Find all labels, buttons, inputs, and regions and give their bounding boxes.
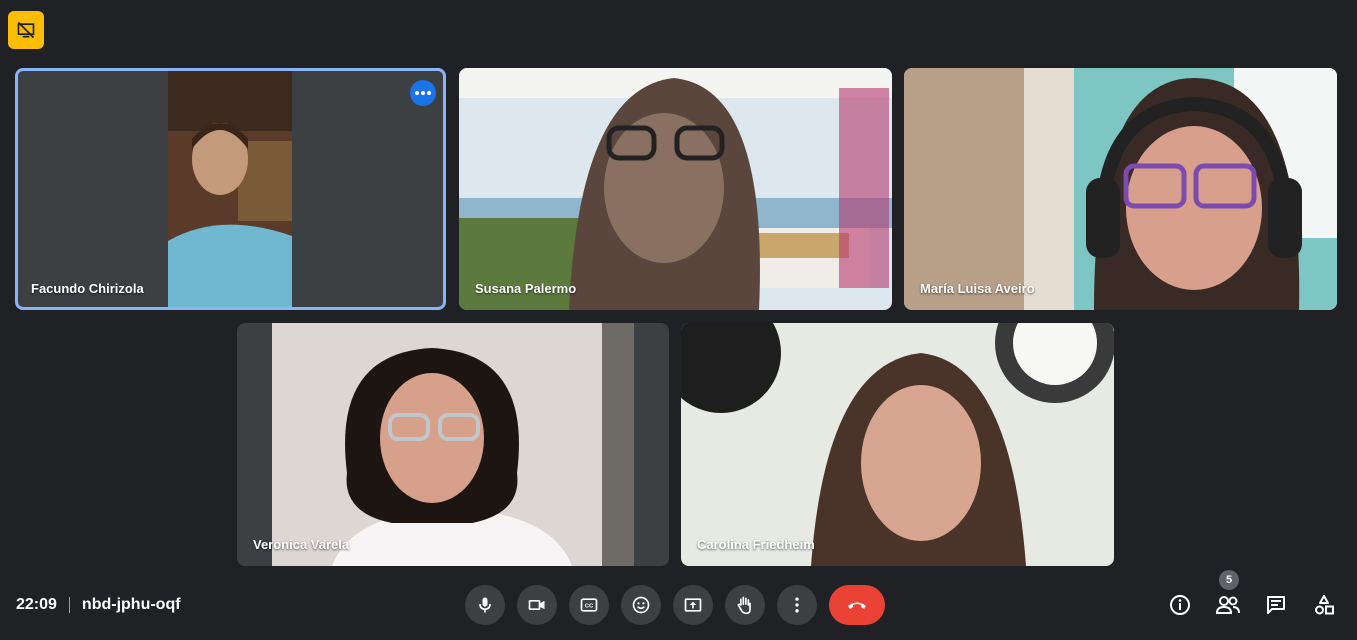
participant-name: Facundo Chirizola — [31, 281, 144, 296]
svg-text:CC: CC — [585, 604, 594, 610]
participant-video — [904, 68, 1337, 310]
participant-video — [459, 68, 892, 310]
clock-time: 22:09 — [16, 596, 57, 613]
more-vert-icon — [795, 597, 799, 613]
raise-hand-button[interactable] — [725, 585, 765, 625]
people-icon — [1215, 596, 1240, 614]
call-controls: CC — [465, 585, 885, 625]
participant-tile-veronica[interactable]: Veronica Varela — [237, 323, 669, 566]
chat-button[interactable] — [1263, 592, 1289, 618]
meeting-details: 22:09 nbd-jphu-oqf — [16, 596, 181, 614]
meeting-code: nbd-jphu-oqf — [81, 596, 181, 613]
participant-name: Carolina Friedheim — [697, 537, 815, 552]
people-button[interactable]: 5 — [1215, 570, 1241, 618]
present-screen-icon — [684, 598, 702, 612]
end-call-icon — [848, 602, 866, 609]
participant-tile-facundo[interactable]: Facundo Chirizola — [15, 68, 446, 310]
more-options-button[interactable] — [410, 80, 436, 106]
participant-video — [272, 323, 634, 566]
captions-button[interactable]: CC — [569, 585, 609, 625]
emoji-button[interactable] — [621, 585, 661, 625]
side-panel-controls: 5 — [1167, 570, 1337, 618]
participant-tile-maria-luisa[interactable]: María Luisa Aveiro — [904, 68, 1337, 310]
people-count-badge: 5 — [1219, 570, 1239, 590]
mic-button[interactable] — [465, 585, 505, 625]
divider — [68, 597, 70, 613]
camera-icon — [528, 600, 545, 610]
raise-hand-icon — [737, 596, 751, 615]
camera-button[interactable] — [517, 585, 557, 625]
more-options-button[interactable] — [777, 585, 817, 625]
present-screen-button[interactable] — [673, 585, 713, 625]
captions-icon: CC — [580, 598, 598, 612]
participant-tile-carolina[interactable]: Carolina Friedheim — [681, 323, 1114, 566]
chat-icon — [1267, 596, 1285, 614]
participant-name: Veronica Varela — [253, 537, 350, 552]
mic-icon — [479, 597, 491, 613]
end-call-button[interactable] — [829, 585, 885, 625]
activities-icon — [1315, 595, 1334, 615]
participant-video — [168, 71, 292, 307]
presentation-off-badge[interactable] — [8, 11, 44, 49]
activities-button[interactable] — [1311, 592, 1337, 618]
participant-tile-susana[interactable]: Susana Palermo — [459, 68, 892, 310]
participant-name: María Luisa Aveiro — [920, 281, 1035, 296]
participant-name: Susana Palermo — [475, 281, 577, 296]
presentation-off-icon — [17, 21, 35, 39]
info-icon — [1170, 595, 1190, 615]
emoji-icon — [632, 596, 650, 614]
participant-video — [681, 323, 1114, 566]
meeting-info-button[interactable] — [1167, 592, 1193, 618]
